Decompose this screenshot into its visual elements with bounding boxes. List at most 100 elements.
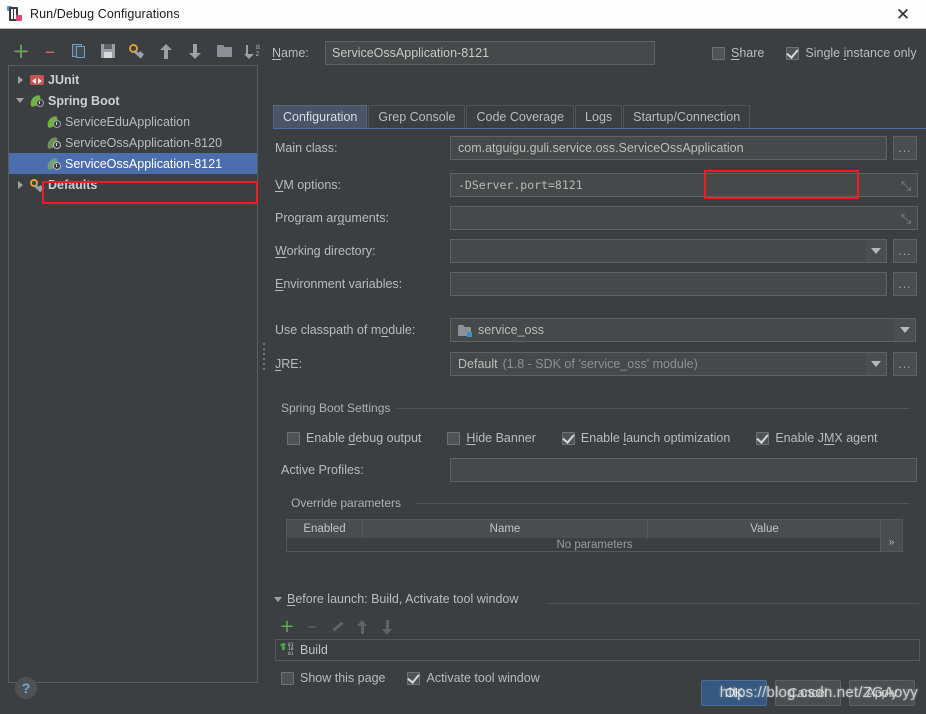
hide-banner-checkbox[interactable]: Hide Banner <box>447 431 536 445</box>
chevron-right-icon[interactable] <box>11 180 29 189</box>
column-header-value[interactable]: Value <box>648 520 881 538</box>
before-launch-task-list[interactable]: 01 10 01 Build <box>275 639 920 661</box>
environment-variables-browse-button[interactable]: ... <box>893 272 917 296</box>
expand-icon[interactable]: ⤡ <box>898 211 914 227</box>
close-icon[interactable]: ✕ <box>880 0 926 29</box>
share-checkbox[interactable]: Share <box>712 46 764 60</box>
jre-dropdown-button[interactable] <box>865 352 887 376</box>
tree-item-junit[interactable]: JUnit <box>9 69 257 90</box>
group-divider <box>415 503 909 504</box>
tree-item-label: ServiceOssApplication-8120 <box>65 135 223 150</box>
sort-alphabetical-icon: az <box>244 42 260 59</box>
tab-code-coverage[interactable]: Code Coverage <box>466 105 575 128</box>
move-task-down-button[interactable] <box>379 618 395 636</box>
vm-options-row: VM options: -DServer.port=8121 ⤡ <box>275 173 918 197</box>
edit-templates-button[interactable] <box>126 40 148 62</box>
tree-item-service-edu-application[interactable]: ServiceEduApplication <box>9 111 257 132</box>
vm-options-input[interactable]: -DServer.port=8121 ⤡ <box>450 173 918 197</box>
checkbox-box <box>447 431 461 445</box>
enable-jmx-agent-checkbox[interactable]: Enable JMX agent <box>756 431 878 445</box>
override-parameters-table[interactable]: Enabled Name Value No parameters » <box>286 519 903 552</box>
jre-value-detail: (1.8 - SDK of 'service_oss' module) <box>502 357 698 371</box>
folder-button[interactable] <box>213 40 235 62</box>
spring-boot-icon <box>46 135 62 151</box>
column-header-enabled[interactable]: Enabled <box>287 520 363 538</box>
use-classpath-value: service_oss <box>478 323 544 337</box>
build-icon: 01 10 01 <box>280 642 294 658</box>
folder-icon <box>216 45 232 57</box>
window-titlebar: Run/Debug Configurations ✕ <box>0 0 926 29</box>
configuration-editor-panel: Name: ServiceOssApplication-8121 Share S… <box>267 29 926 714</box>
remove-configuration-button[interactable]: – <box>39 40 61 62</box>
copy-icon <box>72 43 86 59</box>
use-classpath-select[interactable]: service_oss <box>450 318 894 342</box>
edit-task-button[interactable] <box>329 618 345 636</box>
add-configuration-button[interactable]: + <box>10 40 32 62</box>
move-task-up-button[interactable] <box>354 618 370 636</box>
tree-item-label: ServiceEduApplication <box>65 114 191 129</box>
use-classpath-dropdown-button[interactable] <box>894 318 916 342</box>
remove-task-button[interactable]: – <box>304 618 320 636</box>
chevron-down-icon[interactable] <box>274 596 282 602</box>
checkbox-label: Enable launch optimization <box>580 431 731 445</box>
editor-tabs[interactable]: Configuration Grep Console Code Coverage… <box>273 105 926 128</box>
tab-startup-connection[interactable]: Startup/Connection <box>623 105 751 128</box>
copy-configuration-button[interactable] <box>68 40 90 62</box>
main-class-label: Main class: <box>275 141 338 155</box>
tab-logs[interactable]: Logs <box>575 105 623 128</box>
tree-item-service-oss-application-8120[interactable]: ServiceOssApplication-8120 <box>9 132 257 153</box>
arrow-up-icon <box>160 43 172 59</box>
sort-configurations-button[interactable]: az <box>242 40 264 62</box>
active-profiles-input[interactable] <box>450 458 917 482</box>
environment-variables-input[interactable] <box>450 272 887 296</box>
tree-item-defaults[interactable]: Defaults <box>9 174 257 195</box>
working-directory-input[interactable] <box>450 239 865 263</box>
enable-debug-output-checkbox[interactable]: Enable debug output <box>287 431 421 445</box>
before-launch-header[interactable]: Before launch: Build, Activate tool wind… <box>274 592 518 606</box>
save-configuration-button[interactable] <box>97 40 119 62</box>
single-instance-only-checkbox[interactable]: Single instance only <box>786 46 917 60</box>
share-label: Share <box>731 46 765 60</box>
chevron-down-icon <box>870 361 881 367</box>
tree-item-label: Defaults <box>48 177 98 192</box>
tree-item-spring-boot[interactable]: Spring Boot <box>9 90 257 111</box>
tab-grep-console[interactable]: Grep Console <box>368 105 466 128</box>
working-directory-browse-button[interactable]: ... <box>893 239 917 263</box>
main-class-input[interactable]: com.atguigu.guli.service.oss.ServiceOssA… <box>450 136 887 160</box>
spring-boot-icon <box>46 114 62 130</box>
arrow-down-icon <box>381 619 393 635</box>
table-more-button[interactable]: » <box>880 520 902 551</box>
activate-tool-window-checkbox[interactable]: Activate tool window <box>407 671 540 685</box>
checkbox-label: Activate tool window <box>426 671 540 685</box>
name-input[interactable]: ServiceOssApplication-8121 <box>325 41 655 65</box>
chevron-down-icon[interactable] <box>11 98 29 103</box>
gear-wrench-icon <box>129 43 145 59</box>
tree-item-service-oss-application-8121[interactable]: ServiceOssApplication-8121 <box>9 153 257 174</box>
configurations-tree[interactable]: JUnit Spring Boot ServiceEduApplication … <box>8 65 258 683</box>
vm-options-value: -DServer.port=8121 <box>458 178 583 192</box>
add-task-button[interactable]: + <box>279 618 295 636</box>
minus-icon: – <box>44 39 56 63</box>
help-button[interactable]: ? <box>15 677 37 699</box>
tree-item-label: ServiceOssApplication-8121 <box>65 156 223 171</box>
spring-boot-checkbox-row: Enable debug output Hide Banner Enable l… <box>287 431 878 445</box>
column-header-name[interactable]: Name <box>363 520 648 538</box>
tab-configuration[interactable]: Configuration <box>273 105 368 128</box>
working-directory-dropdown-button[interactable] <box>865 239 887 263</box>
move-up-button[interactable] <box>155 40 177 62</box>
jre-select[interactable]: Default (1.8 - SDK of 'service_oss' modu… <box>450 352 865 376</box>
junit-icon <box>29 72 45 88</box>
move-down-button[interactable] <box>184 40 206 62</box>
chevron-right-icon[interactable] <box>11 75 29 84</box>
main-class-browse-button[interactable]: ... <box>893 136 917 160</box>
program-arguments-input[interactable]: ⤡ <box>450 206 918 230</box>
working-directory-row: Working directory: ... <box>275 239 917 263</box>
show-this-page-checkbox[interactable]: Show this page <box>281 671 385 685</box>
task-label: Build <box>300 643 328 657</box>
chevron-down-icon <box>899 327 910 333</box>
enable-launch-optimization-checkbox[interactable]: Enable launch optimization <box>561 431 731 445</box>
expand-icon[interactable]: ⤡ <box>898 178 914 194</box>
checkbox-box <box>756 431 770 445</box>
jre-browse-button[interactable]: ... <box>893 352 917 376</box>
configurations-panel: + – az JUnit Spring Boot ServiceEduAppli… <box>0 29 262 714</box>
